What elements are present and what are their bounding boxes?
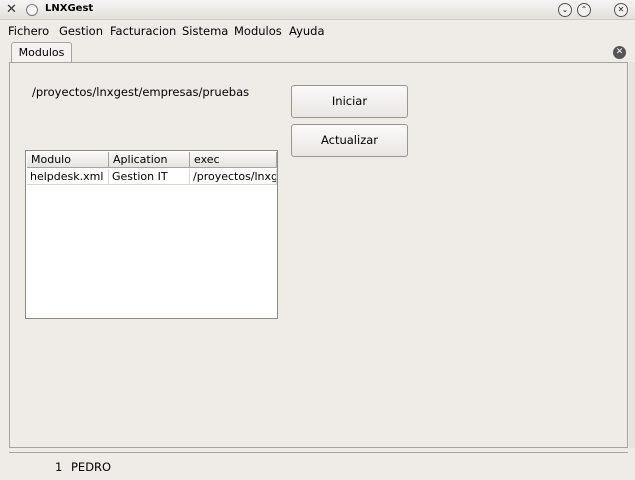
window-title: LNXGest [45,3,94,14]
menu-gestion[interactable]: Gestion [59,24,103,38]
close-tab-icon[interactable]: ✕ [613,46,626,59]
modules-table[interactable]: Modulo Aplication exec helpdesk.xml Gest… [25,150,278,319]
column-header-modulo[interactable]: Modulo [27,152,109,168]
status-number: 1 [55,460,63,474]
maximize-button[interactable]: ⌃ [577,3,591,17]
iniciar-button[interactable]: Iniciar [291,85,408,118]
company-path-label: /proyectos/lnxgest/empresas/pruebas [32,85,250,99]
table-cell: Gestion IT [109,169,190,185]
x-tools-icon: ✕ [6,2,17,17]
column-header-aplication[interactable]: Aplication [109,152,190,168]
menu-facturacion[interactable]: Facturacion [110,24,176,38]
table-header: Modulo Aplication exec [27,152,277,168]
menu-fichero[interactable]: Fichero [8,24,49,38]
menu-sistema[interactable]: Sistema [182,24,228,38]
status-user: PEDRO [71,460,112,474]
menu-bar: Fichero Gestion Facturacion Sistema Modu… [0,21,635,41]
scrollbar[interactable] [629,62,635,448]
column-header-exec[interactable]: exec [190,152,277,168]
table-cell: /proyectos/lnxgest [190,169,277,185]
sticky-pin-icon[interactable] [26,4,38,16]
title-bar: ✕ LNXGest ⌄ ⌃ ✕ [0,0,635,20]
table-row[interactable]: helpdesk.xml Gestion IT /proyectos/lnxge… [27,169,277,185]
status-bar: 1 PEDRO [9,452,628,478]
close-window-button[interactable]: ✕ [614,3,628,17]
minimize-button[interactable]: ⌄ [558,3,572,17]
actualizar-button[interactable]: Actualizar [291,124,408,157]
table-cell: helpdesk.xml [27,169,109,185]
tab-modulos[interactable]: Modulos [11,42,72,63]
menu-modulos[interactable]: Modulos [234,24,282,38]
menu-ayuda[interactable]: Ayuda [289,24,325,38]
